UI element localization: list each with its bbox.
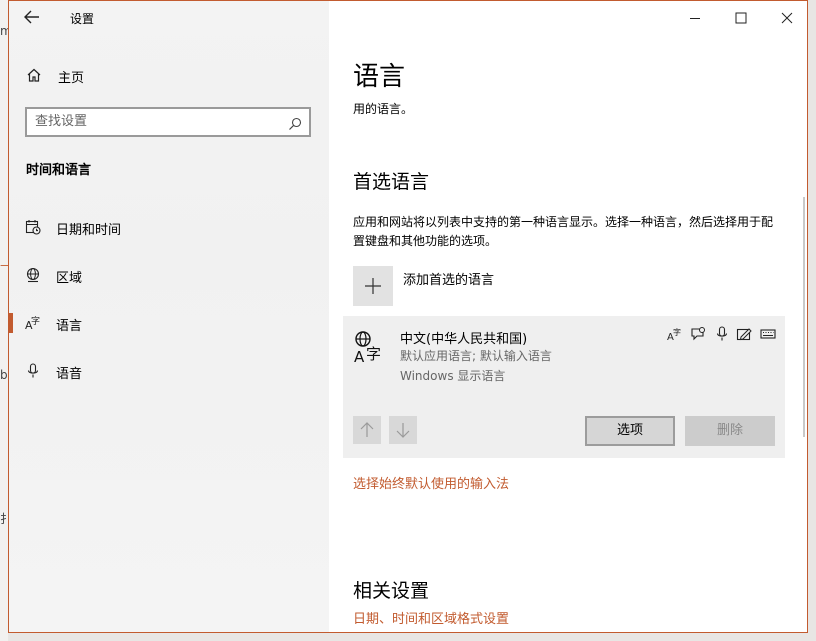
keyboard-icon <box>760 326 776 346</box>
background-window-fragment: m <box>0 24 8 38</box>
background-window-strip <box>0 0 8 641</box>
display-language-icon: A 字 <box>667 326 683 346</box>
scrollbar[interactable] <box>803 197 805 437</box>
sidebar-item-speech[interactable]: 语音 <box>9 351 327 391</box>
date-time-region-format-link[interactable]: 日期、时间和区域格式设置 <box>353 608 509 627</box>
move-up-button[interactable] <box>353 416 381 444</box>
language-detail: 默认应用语言; 默认输入语言 <box>400 349 552 363</box>
search-input[interactable] <box>35 114 275 129</box>
speech-icon <box>690 326 706 346</box>
sidebar-item-region[interactable]: 区域 <box>9 255 327 295</box>
preferred-languages-heading: 首选语言 <box>353 171 430 193</box>
svg-text:字: 字 <box>366 345 381 363</box>
background-window-fragment: 扌 <box>0 512 8 526</box>
move-down-button[interactable] <box>389 416 417 444</box>
back-button[interactable] <box>21 7 45 29</box>
language-name: 中文(中华人民共和国) <box>400 332 528 347</box>
search-box[interactable] <box>25 107 311 137</box>
options-button[interactable]: 选项 <box>585 416 675 446</box>
add-language-label: 添加首选的语言 <box>403 273 495 288</box>
close-icon <box>781 12 793 24</box>
svg-text:A: A <box>354 348 365 364</box>
calendar-clock-icon <box>25 219 41 239</box>
sidebar-item-language[interactable]: A 字 语言 <box>9 303 327 343</box>
minimize-icon <box>690 18 700 19</box>
sidebar: 设置 主页 时间和语言 <box>9 1 329 632</box>
microphone-icon <box>714 326 730 346</box>
sidebar-item-label: 区域 <box>56 271 83 286</box>
sidebar-item-label: 语言 <box>56 319 83 334</box>
selection-indicator <box>9 313 13 333</box>
choose-input-method-link[interactable]: 选择始终默认使用的输入法 <box>353 473 509 492</box>
window-title: 设置 <box>70 12 95 26</box>
section-label: 时间和语言 <box>26 163 92 178</box>
settings-window: 设置 主页 时间和语言 <box>8 0 808 633</box>
sidebar-item-date-time[interactable]: 日期和时间 <box>9 207 327 247</box>
maximize-icon <box>735 12 747 24</box>
page-title: 语言 <box>353 62 406 92</box>
background-window-fragment: b <box>0 368 8 382</box>
preferred-languages-description: 应用和网站将以列表中支持的第一种语言显示。选择一种语言，然后选择用于配置键盘和其… <box>353 215 774 248</box>
handwriting-icon <box>736 326 752 346</box>
language-detail: Windows 显示语言 <box>400 369 506 383</box>
page-subtitle: 用的语言。 <box>353 102 414 116</box>
plus-icon <box>365 278 381 294</box>
svg-text:字: 字 <box>673 327 681 337</box>
remove-button[interactable]: 删除 <box>685 416 775 446</box>
microphone-icon <box>25 363 41 383</box>
minimize-button[interactable] <box>675 5 715 31</box>
maximize-button[interactable] <box>721 5 761 31</box>
arrow-down-icon <box>396 423 410 438</box>
related-settings-heading: 相关设置 <box>353 580 430 602</box>
svg-text:字: 字 <box>31 315 40 327</box>
language-glyph-icon: A 字 <box>353 330 387 368</box>
main-content: 语言 用的语言。 首选语言 应用和网站将以列表中支持的第一种语言显示。选择一种语… <box>329 1 807 632</box>
search-icon[interactable] <box>288 116 302 135</box>
add-language-button[interactable]: 添加首选的语言 <box>353 266 653 308</box>
globe-icon <box>25 267 41 287</box>
close-button[interactable] <box>767 5 807 31</box>
nav-home[interactable]: 主页 <box>25 63 315 87</box>
language-item-chinese[interactable]: A 字 中文(中华人民共和国) 默认应用语言; 默认输入语言 Windows 显… <box>343 316 785 458</box>
sidebar-item-label: 日期和时间 <box>56 223 122 238</box>
arrow-up-icon <box>360 422 374 437</box>
background-window-fragment: — <box>0 258 8 272</box>
nav-home-label: 主页 <box>58 71 85 86</box>
sidebar-item-label: 语音 <box>56 367 83 382</box>
home-icon <box>26 67 42 87</box>
add-icon-box <box>353 266 393 306</box>
back-arrow-icon <box>24 10 39 24</box>
language-icon: A 字 <box>25 315 41 335</box>
